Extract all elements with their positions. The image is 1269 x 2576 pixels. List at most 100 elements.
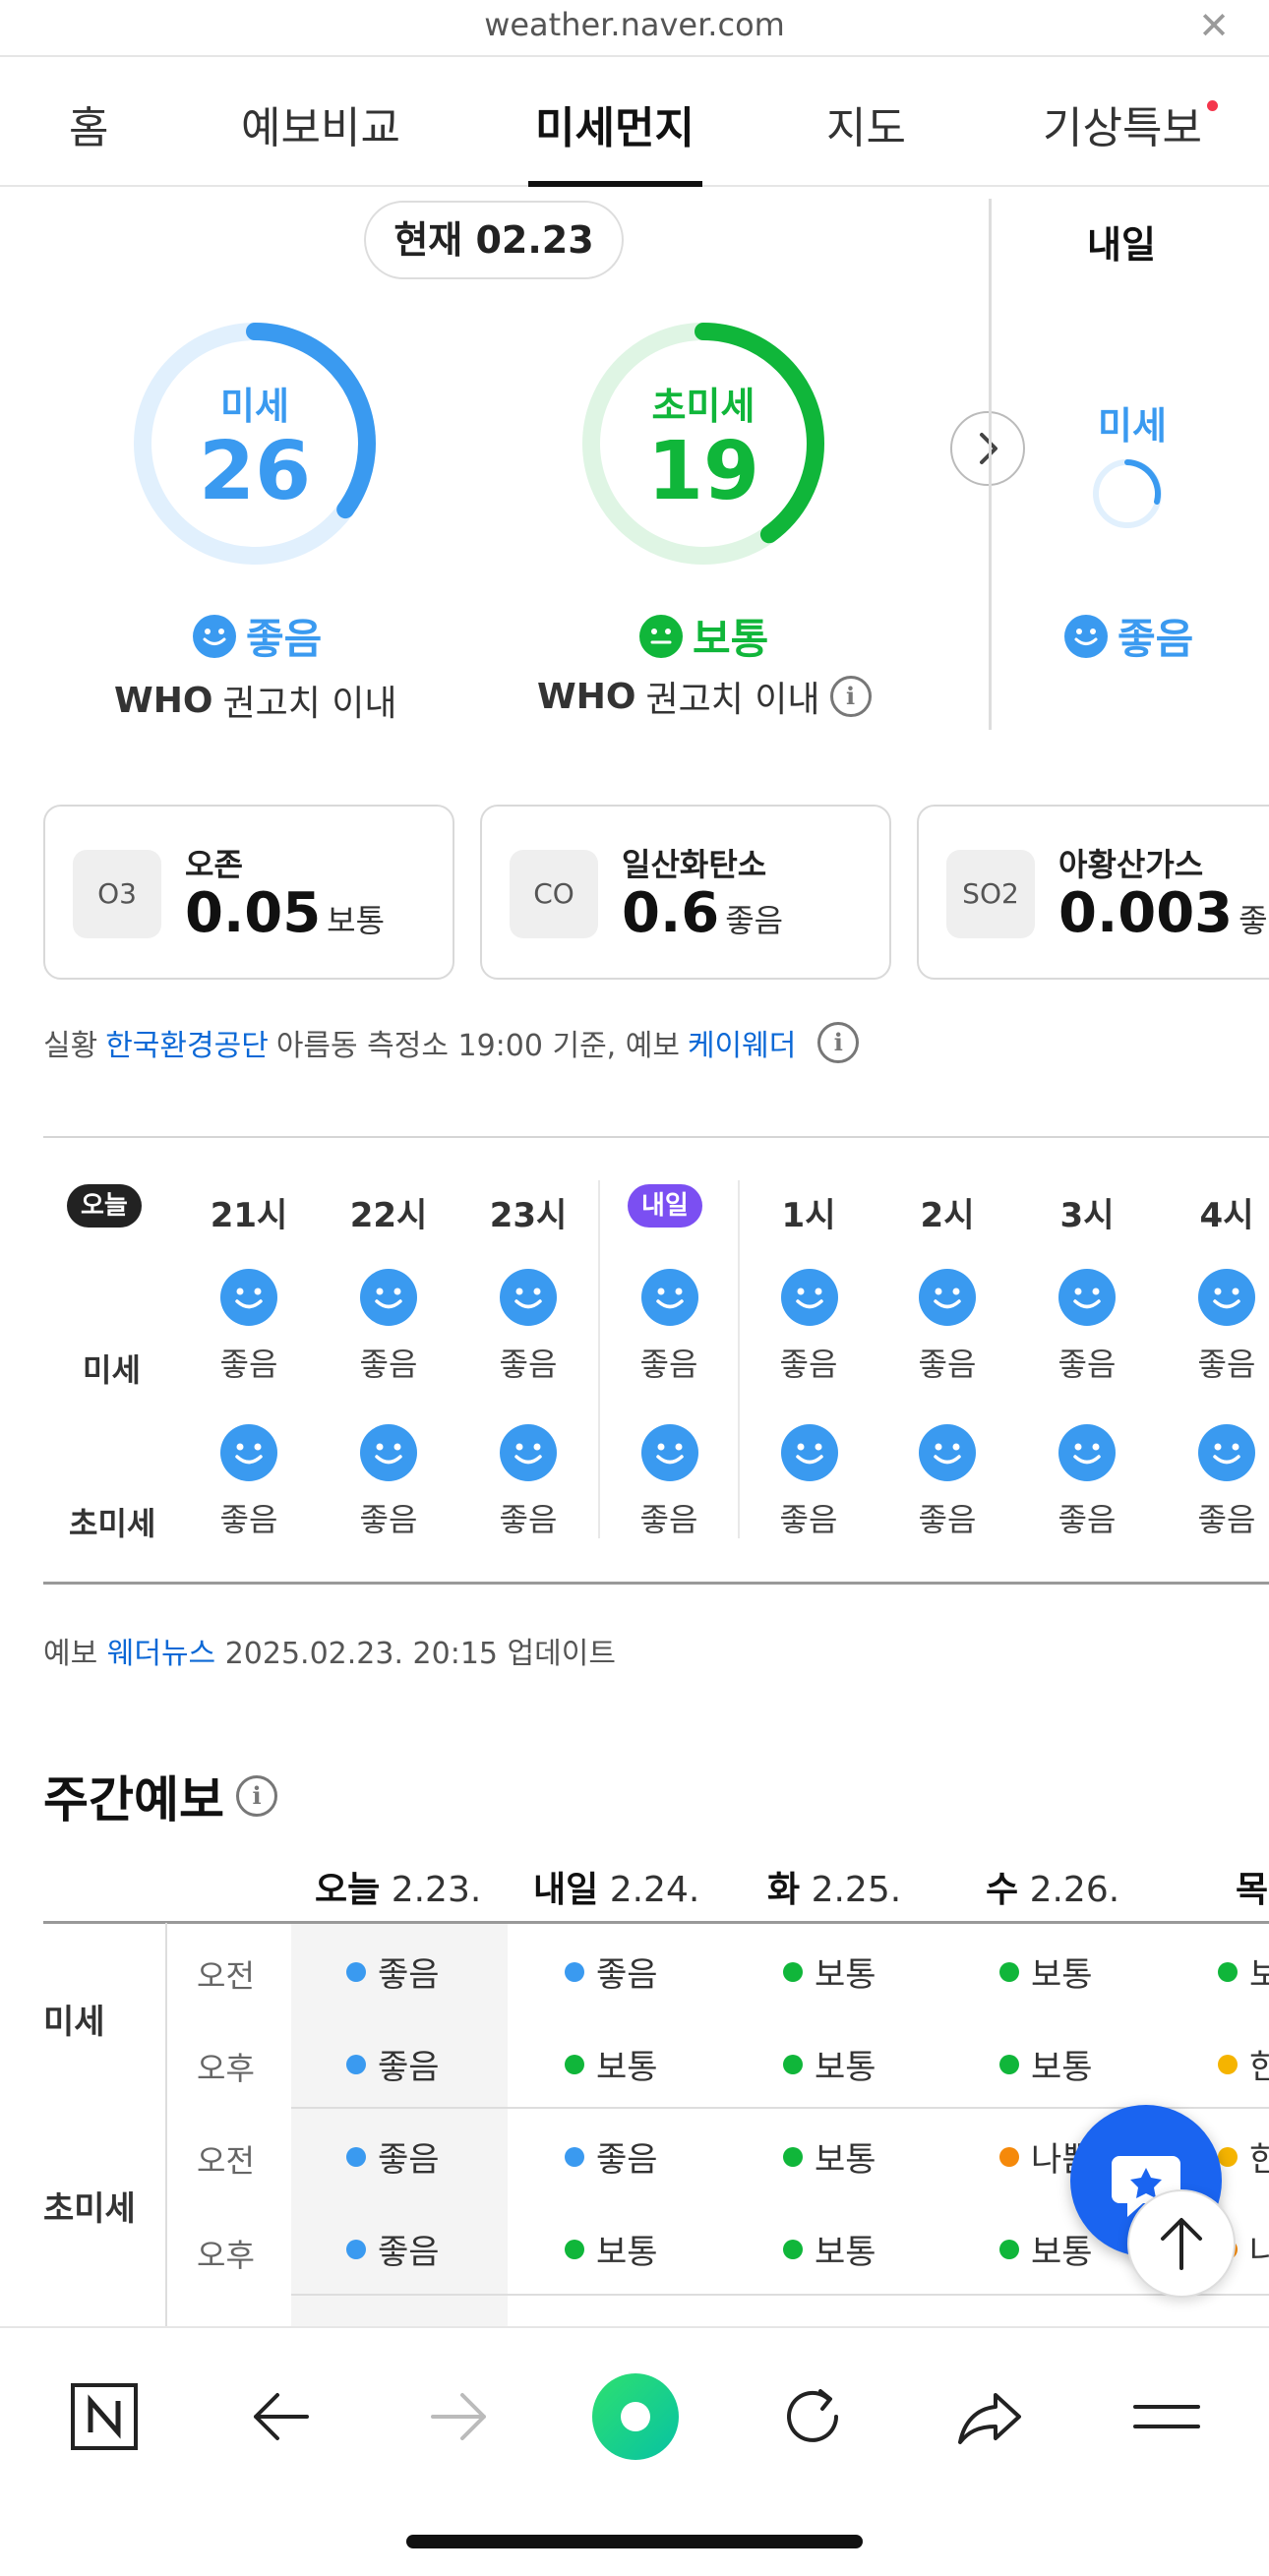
- good-face-icon: [220, 1269, 277, 1330]
- good-face-icon: [919, 1424, 976, 1485]
- normal-face-icon: [639, 614, 683, 658]
- weekly-cell: 보통: [999, 1947, 1093, 1996]
- pm10-hour-status: 좋음: [639, 1346, 698, 1383]
- pm10-hour-status: 좋음: [499, 1346, 558, 1383]
- close-icon[interactable]: ✕: [1198, 4, 1230, 47]
- refresh-button[interactable]: [763, 2367, 862, 2466]
- weekly-cell-status: 좋음: [378, 1955, 440, 1995]
- status-dot: [346, 2239, 366, 2259]
- scroll-top-button[interactable]: [1127, 2189, 1236, 2298]
- back-button[interactable]: [232, 2367, 331, 2466]
- good-face-icon: [1058, 1269, 1116, 1330]
- hourly-column: 1시 좋음 좋음: [738, 1180, 877, 1538]
- tomorrow-gauge-ring[interactable]: [1090, 456, 1165, 531]
- pm25-who-text: 권고치 이내: [645, 680, 820, 720]
- weekly-cell-status: 보통: [815, 2233, 876, 2272]
- tab-fine-dust[interactable]: 미세먼지: [535, 92, 695, 155]
- status-dot: [565, 2054, 584, 2074]
- arrow-left-icon: [254, 2393, 309, 2440]
- pm25-who: WHO 권고치 이내 i: [537, 671, 872, 722]
- tab-forecast-compare[interactable]: 예보비교: [241, 92, 400, 155]
- update-source-link[interactable]: 웨더뉴스: [107, 1637, 215, 1671]
- weekly-cell: 보통: [783, 2132, 876, 2181]
- weekly-cell: 한: [1218, 2040, 1269, 2088]
- pm10-who: WHO 권고치 이내: [114, 675, 397, 726]
- weekly-row-separator: [291, 2294, 1269, 2296]
- url-bar[interactable]: weather.naver.com ✕: [0, 0, 1269, 57]
- pm10-gauge[interactable]: 미세 26: [130, 319, 380, 569]
- pollutant-number: 0.05: [185, 881, 322, 945]
- tab-map[interactable]: 지도: [826, 92, 906, 155]
- update-prefix: 예보: [43, 1637, 98, 1671]
- status-dot: [346, 1961, 366, 1982]
- weekly-divider: [165, 1923, 167, 2336]
- weekly-cell-status: 나: [1249, 2233, 1269, 2272]
- hour-label: 21시: [210, 1196, 288, 1235]
- status-dot: [565, 1961, 584, 1982]
- naver-home-button[interactable]: [55, 2367, 153, 2466]
- green-dot-button[interactable]: [586, 2367, 685, 2466]
- weekly-cell-status: 보: [1249, 1955, 1269, 1995]
- good-face-icon: [360, 1424, 417, 1485]
- weekly-cell: 한: [1218, 2132, 1269, 2181]
- hourly-row-pm25: 초미세: [69, 1505, 156, 1542]
- tab-home[interactable]: 홈: [69, 92, 108, 155]
- weekly-cell-status: 좋음: [378, 2233, 440, 2272]
- weekly-title-text: 주간예보: [43, 1771, 224, 1828]
- forward-button[interactable]: [409, 2367, 508, 2466]
- next-arrow-button[interactable]: [950, 411, 1025, 486]
- pm10-label: 미세: [220, 385, 289, 428]
- current-date-pill[interactable]: 현재 02.23: [364, 201, 624, 279]
- menu-button[interactable]: [1118, 2367, 1216, 2466]
- status-dot: [999, 2054, 1019, 2074]
- forecaster-link[interactable]: 케이웨더: [688, 1021, 796, 1064]
- weekly-pm: 오후: [197, 2050, 255, 2087]
- pollutant-card-co[interactable]: CO 일산화탄소 0.6 좋음: [480, 805, 891, 980]
- day-name: 목: [1236, 1870, 1269, 1910]
- status-dot: [999, 1961, 1019, 1982]
- weekly-cell: 보통: [565, 2040, 658, 2088]
- status-dot: [783, 1961, 803, 1982]
- tomorrow-status-text: 좋음: [1118, 615, 1194, 663]
- weekly-cell: 좋음: [346, 1947, 440, 1996]
- weekly-am: 오전: [197, 1957, 255, 1995]
- weekly-cell: 보통: [783, 2225, 876, 2273]
- weekly-cell-status: 좋음: [596, 2140, 658, 2180]
- info-icon[interactable]: i: [817, 1022, 860, 1063]
- day-name: 내일: [533, 1870, 599, 1910]
- status-dot: [1218, 1961, 1238, 1982]
- update-line: 예보 웨더뉴스 2025.02.23. 20:15 업데이트: [43, 1629, 616, 1672]
- good-face-icon: [641, 1269, 698, 1330]
- pm10-hour-status: 좋음: [1058, 1346, 1117, 1383]
- source-agency-link[interactable]: 한국환경공단: [105, 1021, 269, 1064]
- hour-label: 2시: [920, 1196, 975, 1235]
- weekly-cell-status: 좋음: [378, 2048, 440, 2087]
- green-dot-icon: [592, 2373, 679, 2460]
- hour-label: 1시: [781, 1196, 836, 1235]
- info-icon[interactable]: i: [829, 676, 872, 717]
- pm10-status: 좋음: [193, 606, 322, 666]
- good-face-icon: [781, 1424, 838, 1485]
- share-button[interactable]: [940, 2367, 1039, 2466]
- day-date: 2.26.: [1029, 1870, 1120, 1910]
- good-face-icon: [641, 1424, 698, 1485]
- status-dot: [1218, 2054, 1238, 2074]
- pollutant-card-o3[interactable]: O3 오존 0.05 보통: [43, 805, 454, 980]
- weekly-cell-status: 보통: [1031, 2048, 1093, 2087]
- weekly-day-header: 오늘 2.23.: [315, 1861, 481, 1912]
- pm25-hour-status: 좋음: [219, 1501, 278, 1538]
- pollutant-name: 일산화탄소: [622, 846, 767, 883]
- browser-toolbar: [0, 2326, 1269, 2576]
- good-face-icon: [1198, 1424, 1255, 1485]
- pm10-value: 26: [198, 425, 312, 518]
- pollutant-card-so2[interactable]: SO2 아황산가스 0.003좋음: [917, 805, 1269, 980]
- day-date: 2.25.: [811, 1870, 902, 1910]
- tab-weather-alert[interactable]: 기상특보: [1043, 92, 1202, 155]
- pm10-hour-status: 좋음: [359, 1346, 418, 1383]
- weekly-cell: 보: [1218, 1947, 1269, 1996]
- today-badge: 오늘: [67, 1184, 142, 1228]
- weekly-cell: 좋음: [346, 2040, 440, 2088]
- info-icon[interactable]: i: [236, 1775, 277, 1817]
- pm25-gauge[interactable]: 초미세 19: [578, 319, 828, 569]
- pm10-hour-status: 좋음: [1197, 1346, 1256, 1383]
